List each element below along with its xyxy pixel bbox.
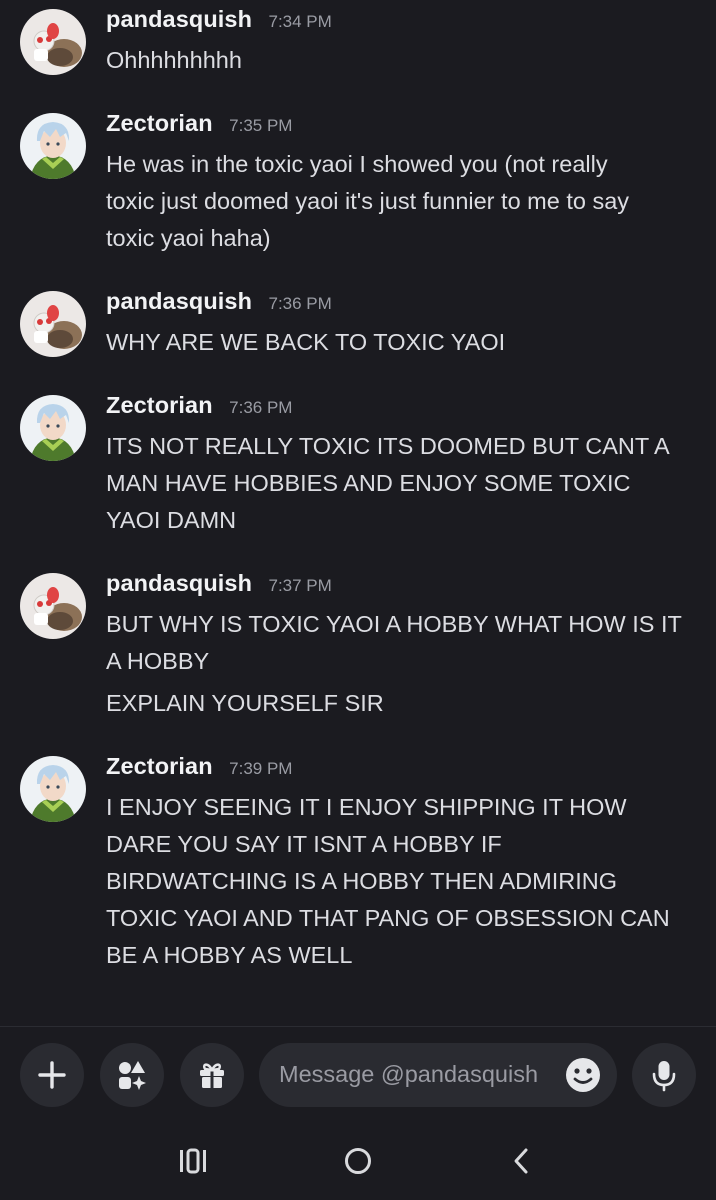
recent-apps-button[interactable] bbox=[173, 1143, 213, 1179]
timestamp: 7:34 PM bbox=[268, 12, 332, 31]
message-feed[interactable]: pandasquish 7:34 PM Ohhhhhhhhh Zectorian… bbox=[0, 0, 716, 1026]
author-name[interactable]: pandasquish bbox=[106, 288, 252, 314]
timestamp: 7:35 PM bbox=[229, 116, 293, 135]
timestamp: 7:36 PM bbox=[268, 294, 332, 313]
add-attachment-button[interactable] bbox=[20, 1043, 84, 1107]
message-line: toxic yaoi haha) bbox=[106, 225, 271, 251]
message-input[interactable]: Message @pandasquish bbox=[259, 1043, 617, 1107]
apps-button[interactable] bbox=[100, 1043, 164, 1107]
message-line: YAOI DAMN bbox=[106, 507, 237, 533]
emoji-button[interactable] bbox=[564, 1056, 602, 1094]
emoji-icon bbox=[566, 1058, 600, 1092]
zectorian-avatar[interactable] bbox=[20, 113, 86, 179]
zectorian-avatar[interactable] bbox=[20, 395, 86, 461]
back-icon bbox=[514, 1148, 528, 1174]
home-icon bbox=[345, 1148, 371, 1174]
gift-icon bbox=[200, 1063, 224, 1088]
message-line: ITS NOT REALLY TOXIC ITS DOOMED BUT CANT… bbox=[106, 433, 670, 459]
message-line: A HOBBY bbox=[106, 648, 210, 674]
composer-divider bbox=[0, 1026, 716, 1027]
panda-avatar[interactable] bbox=[20, 573, 86, 639]
zectorian-avatar[interactable] bbox=[20, 756, 86, 822]
timestamp: 7:36 PM bbox=[229, 398, 293, 417]
microphone-icon bbox=[652, 1061, 676, 1092]
message-line: MAN HAVE HOBBIES AND ENJOY SOME TOXIC bbox=[106, 470, 631, 496]
author-name[interactable]: Zectorian bbox=[106, 392, 213, 418]
timestamp: 7:37 PM bbox=[268, 576, 332, 595]
message-line: BUT WHY IS TOXIC YAOI A HOBBY WHAT HOW I… bbox=[106, 611, 682, 637]
author-name[interactable]: Zectorian bbox=[106, 110, 213, 136]
message-line: WHY ARE WE BACK TO TOXIC YAOI bbox=[106, 329, 506, 355]
message-line: BE A HOBBY AS WELL bbox=[106, 942, 353, 968]
message-line: Ohhhhhhhhh bbox=[106, 47, 242, 73]
message-line: toxic just doomed yaoi it's just funnier… bbox=[106, 188, 630, 214]
message-line: TOXIC YAOI AND THAT PANG OF OBSESSION CA… bbox=[106, 905, 670, 931]
back-button[interactable] bbox=[502, 1143, 542, 1179]
recent-apps-icon bbox=[180, 1148, 206, 1174]
author-name[interactable]: pandasquish bbox=[106, 6, 252, 32]
message-line: I ENJOY SEEING IT I ENJOY SHIPPING IT HO… bbox=[106, 794, 627, 820]
author-name[interactable]: Zectorian bbox=[106, 753, 213, 779]
panda-avatar[interactable] bbox=[20, 291, 86, 357]
timestamp: 7:39 PM bbox=[229, 759, 293, 778]
plus-icon bbox=[38, 1061, 66, 1089]
apps-icon bbox=[119, 1061, 146, 1090]
panda-avatar[interactable] bbox=[20, 9, 86, 75]
gift-button[interactable] bbox=[180, 1043, 244, 1107]
message-line: He was in the toxic yaoi I showed you (n… bbox=[106, 151, 608, 177]
author-name[interactable]: pandasquish bbox=[106, 570, 252, 596]
message-line: BIRDWATCHING IS A HOBBY THEN ADMIRING bbox=[106, 868, 617, 894]
message-placeholder: Message @pandasquish bbox=[279, 1061, 539, 1087]
home-button[interactable] bbox=[338, 1143, 378, 1179]
message-line: DARE YOU SAY IT ISNT A HOBBY IF bbox=[106, 831, 502, 857]
voice-message-button[interactable] bbox=[632, 1043, 696, 1107]
message-line: EXPLAIN YOURSELF SIR bbox=[106, 690, 384, 716]
